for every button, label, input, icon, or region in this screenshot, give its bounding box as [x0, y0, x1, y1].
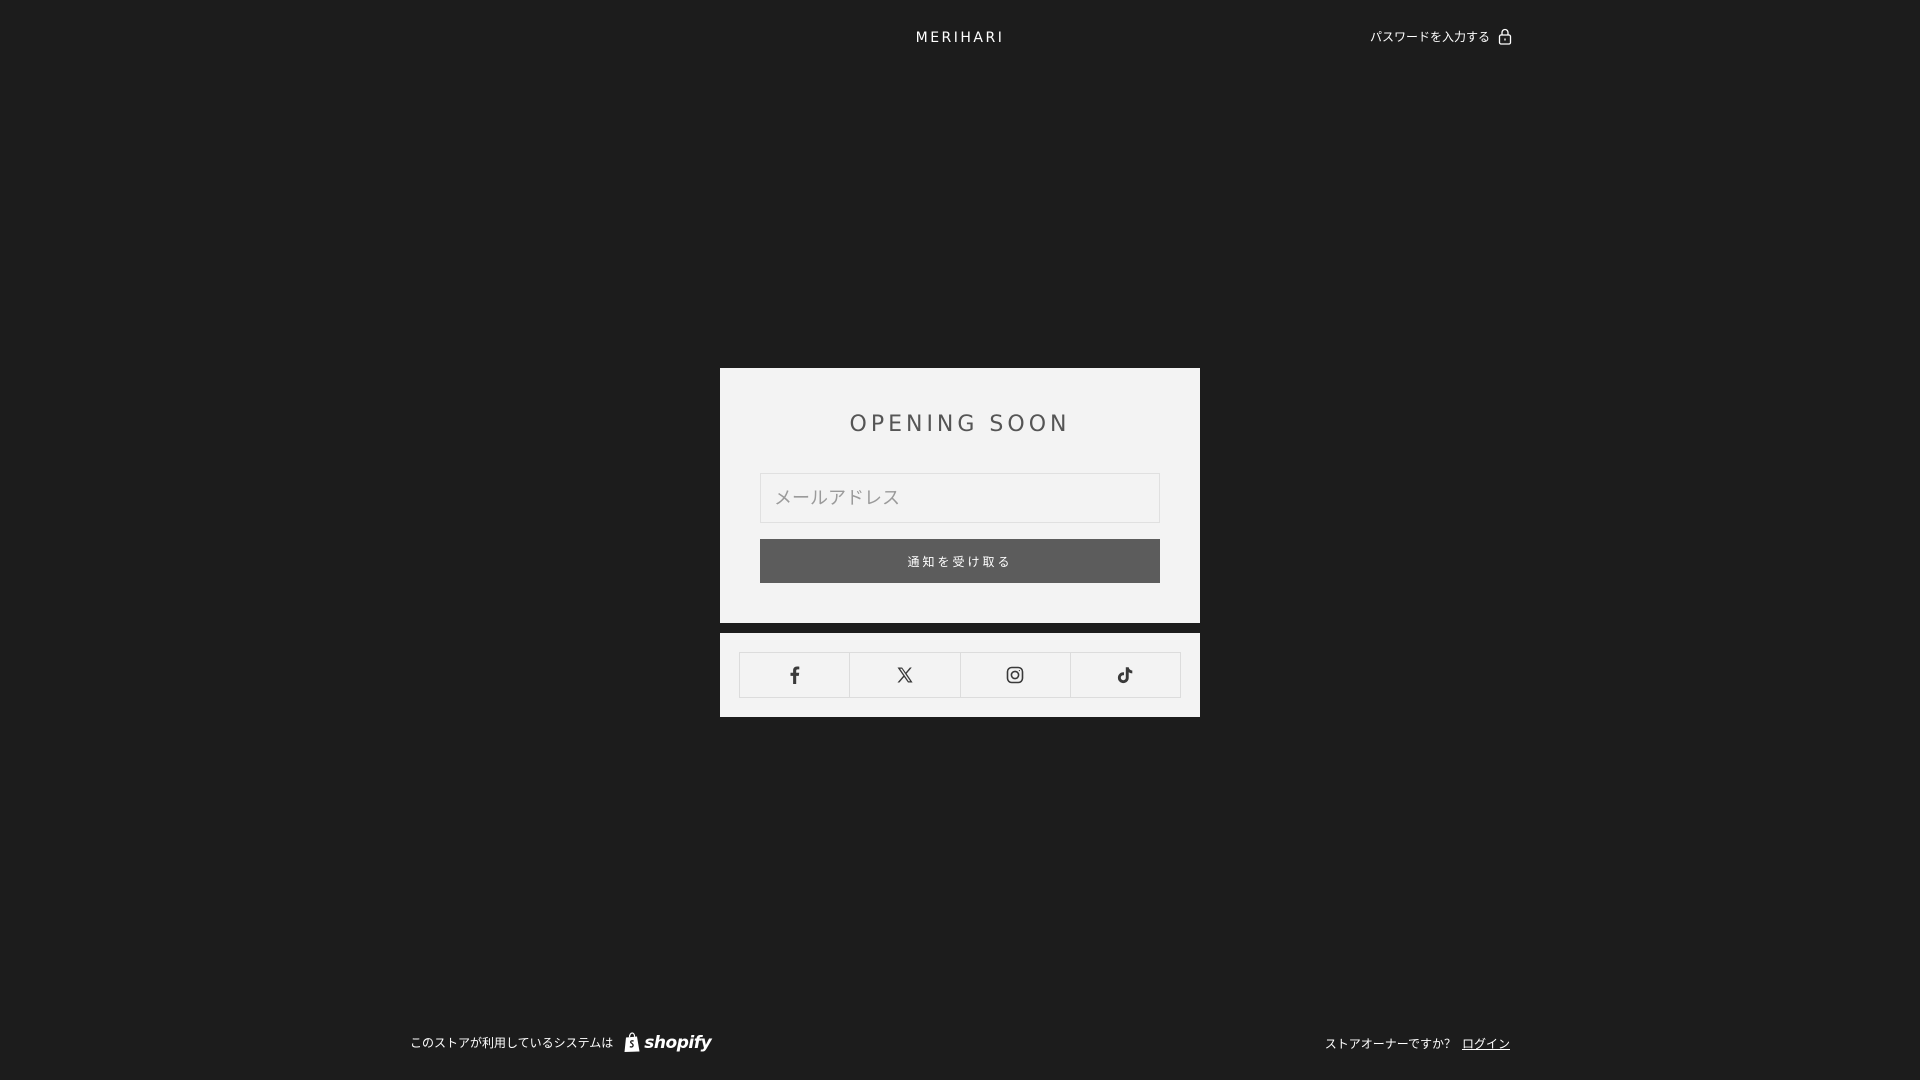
- brand-logo-text[interactable]: MERIHARI: [0, 30, 1920, 46]
- enter-password-link[interactable]: パスワードを入力する: [1370, 28, 1512, 45]
- email-input[interactable]: [760, 473, 1160, 523]
- password-page: MERIHARI パスワードを入力する OPENING SOON 通知を受け取る: [0, 0, 1920, 1080]
- instagram-icon: [1006, 666, 1024, 684]
- shopify-logo-link[interactable]: shopify: [623, 1032, 712, 1053]
- page-title: OPENING SOON: [849, 412, 1071, 437]
- lock-icon: [1498, 28, 1512, 45]
- social-links-card: [720, 633, 1200, 717]
- facebook-icon: [790, 666, 799, 684]
- social-links: [739, 652, 1181, 698]
- powered-by-label: このストアが利用しているシステムは: [410, 1036, 614, 1050]
- powered-by: このストアが利用しているシステムは shopify: [410, 1032, 712, 1053]
- store-owner-login: ストアオーナーですか？ ログイン: [1325, 1035, 1510, 1052]
- enter-password-label: パスワードを入力する: [1369, 30, 1490, 44]
- notify-button[interactable]: 通知を受け取る: [760, 539, 1160, 583]
- social-link-instagram[interactable]: [961, 653, 1071, 697]
- shopify-bag-icon: [624, 1032, 640, 1052]
- social-link-x[interactable]: [850, 653, 961, 697]
- owner-question: ストアオーナーですか？: [1324, 1037, 1456, 1051]
- x-icon: [897, 667, 913, 683]
- login-link[interactable]: ログイン: [1462, 1035, 1510, 1052]
- social-link-tiktok[interactable]: [1071, 653, 1180, 697]
- social-link-facebook[interactable]: [740, 653, 851, 697]
- tiktok-icon: [1118, 667, 1133, 684]
- newsletter-card: OPENING SOON 通知を受け取る: [720, 368, 1200, 623]
- header: MERIHARI パスワードを入力する: [0, 0, 1920, 80]
- shopify-wordmark: shopify: [644, 1032, 712, 1053]
